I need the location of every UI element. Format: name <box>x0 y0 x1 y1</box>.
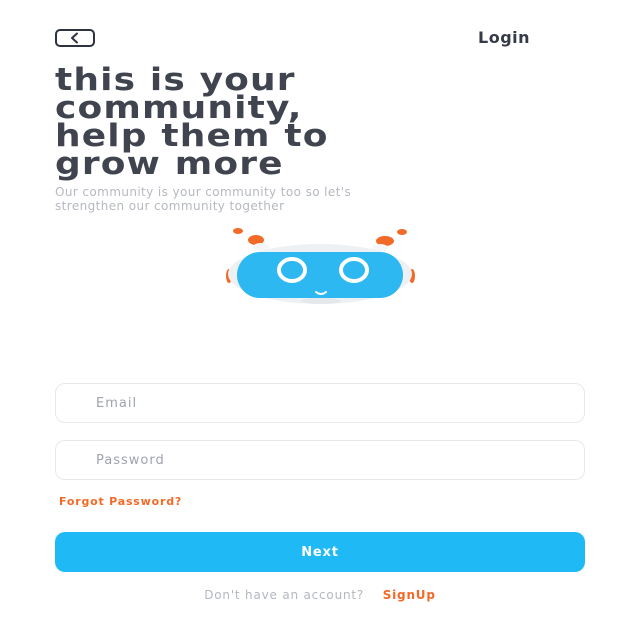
signup-prompt-text: Don't have an account? <box>204 588 365 602</box>
forgot-password-link[interactable]: Forgot Password? <box>59 495 182 508</box>
signup-link[interactable]: SignUp <box>383 588 436 602</box>
next-button[interactable]: Next <box>55 532 585 572</box>
login-link[interactable]: Login <box>478 28 530 47</box>
login-screen: Login this is your community, help them … <box>0 0 640 640</box>
password-field[interactable] <box>55 440 585 480</box>
title-line: grow more <box>55 146 284 182</box>
signup-prompt: Don't have an account? SignUp <box>0 588 640 602</box>
back-button[interactable] <box>55 29 95 47</box>
chevron-left-icon <box>71 32 78 44</box>
subtitle-line: strengthen our community together <box>55 199 285 213</box>
email-field[interactable] <box>55 383 585 423</box>
page-title: this is your community, help them to gro… <box>55 65 640 182</box>
subtitle-line: Our community is your community too so l… <box>55 185 352 199</box>
robot-mascot-icon <box>226 228 415 304</box>
subtitle: Our community is your community too so l… <box>55 185 575 213</box>
